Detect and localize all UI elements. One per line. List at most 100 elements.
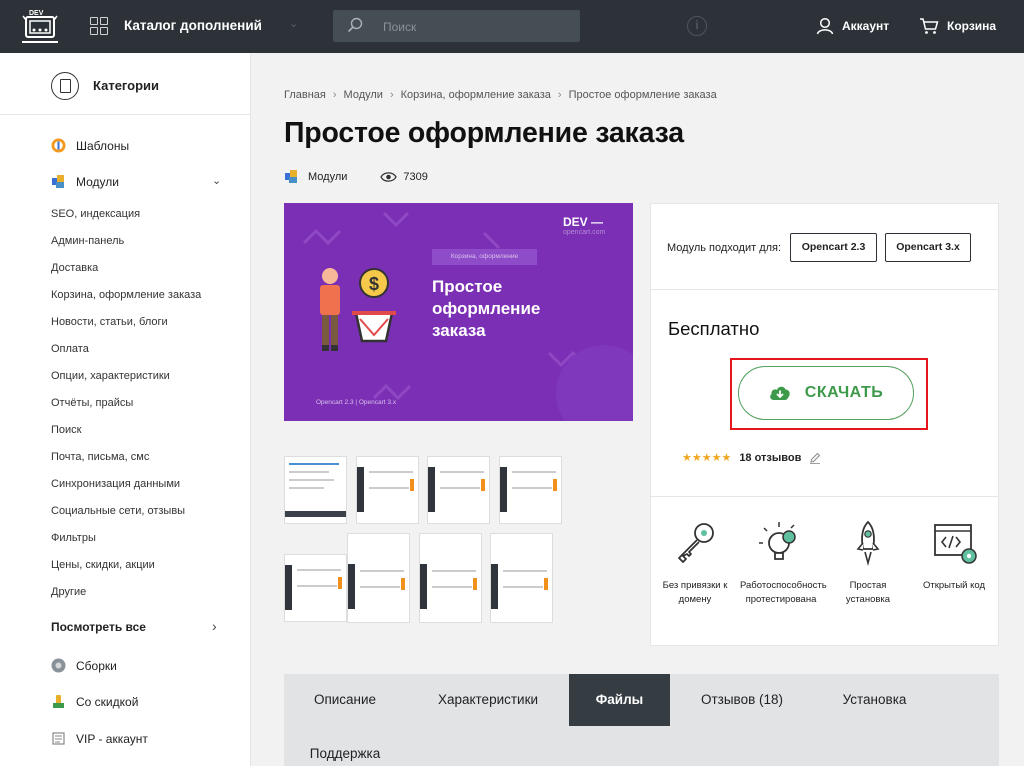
checkout-illustration-icon: $ bbox=[320, 268, 396, 351]
modules-icon bbox=[285, 170, 297, 183]
bulb-gear-icon bbox=[759, 522, 796, 560]
sidebar-subitem[interactable]: Почта, письма, смс bbox=[51, 451, 149, 463]
document-icon bbox=[51, 72, 79, 100]
screenshot-thumbnail[interactable] bbox=[499, 456, 562, 524]
chevron-right-icon[interactable]: › bbox=[212, 618, 217, 634]
screenshot-thumbnail[interactable] bbox=[427, 456, 490, 524]
chevron-right-icon: › bbox=[389, 89, 394, 101]
categories-header[interactable]: Категории bbox=[0, 53, 251, 115]
banner-tag: Корзина, оформление bbox=[432, 249, 537, 265]
sidebar-item-assemblies[interactable]: Сборки bbox=[51, 658, 117, 673]
chevron-down-icon[interactable]: ⌄ bbox=[289, 17, 298, 30]
banner-brand-sub: opencart.com bbox=[563, 229, 606, 236]
purchase-panel: Модуль подходит для: Opencart 2.3 Openca… bbox=[650, 203, 999, 646]
feature-tested: Работоспособность протестирована bbox=[740, 519, 827, 607]
product-category[interactable]: Модули bbox=[308, 171, 347, 183]
screenshot-thumbnail[interactable] bbox=[284, 456, 347, 524]
tab-install[interactable]: Установка bbox=[827, 674, 922, 726]
search-icon[interactable] bbox=[347, 17, 363, 33]
rating: ★★★★★ 18 отзывов bbox=[682, 451, 821, 464]
key-icon bbox=[678, 523, 714, 563]
grid-icon[interactable] bbox=[90, 17, 108, 35]
feature-label: Открытый код bbox=[922, 580, 985, 591]
sidebar-subitem[interactable]: Опции, характеристики bbox=[51, 370, 170, 382]
star-rating: ★★★★★ bbox=[682, 452, 732, 464]
views-count: 7309 bbox=[403, 170, 428, 183]
product-meta: Модули 7309 bbox=[284, 169, 428, 184]
pencil-icon[interactable] bbox=[809, 452, 821, 464]
sidebar-subitem[interactable]: Социальные сети, отзывы bbox=[51, 505, 185, 517]
cart-link[interactable]: Корзина bbox=[919, 14, 996, 38]
screenshot-thumbnail[interactable] bbox=[284, 554, 347, 622]
sidebar-subitem[interactable]: Доставка bbox=[51, 262, 98, 274]
compat-row: Модуль подходит для: Opencart 2.3 Openca… bbox=[651, 204, 998, 290]
assemblies-icon bbox=[51, 658, 66, 673]
feature-easy-install: Простая установка bbox=[827, 519, 909, 607]
svg-text:DEV: DEV bbox=[29, 10, 44, 17]
download-label: СКАЧАТЬ bbox=[804, 384, 884, 401]
sidebar-item-discount[interactable]: Со скидкой bbox=[51, 694, 138, 709]
search-box bbox=[333, 10, 580, 42]
compat-version-badge[interactable]: Opencart 2.3 bbox=[790, 233, 877, 262]
banner-title-line: оформление bbox=[432, 299, 541, 318]
tab-specs[interactable]: Характеристики bbox=[423, 674, 553, 726]
sidebar-subitem[interactable]: Админ-панель bbox=[51, 235, 124, 247]
download-button[interactable]: СКАЧАТЬ bbox=[738, 366, 914, 420]
templates-icon bbox=[51, 138, 66, 153]
screenshot-thumbnail[interactable] bbox=[419, 533, 482, 623]
feature-no-domain: Без привязки к домену bbox=[654, 519, 736, 607]
feature-open-source: Открытый код bbox=[913, 519, 995, 593]
product-banner[interactable]: $ Корзина, оформление Простое оформление… bbox=[284, 203, 633, 421]
compat-version-badge[interactable]: Opencart 3.x bbox=[885, 233, 971, 262]
breadcrumb-item[interactable]: Корзина, оформление заказа bbox=[401, 89, 551, 101]
banner-title-line: заказа bbox=[432, 321, 486, 340]
rocket-icon bbox=[856, 520, 880, 567]
feature-label: установка bbox=[845, 594, 891, 605]
banner-title-line: Простое bbox=[432, 277, 503, 296]
screenshot-thumbnail[interactable] bbox=[490, 533, 553, 623]
sidebar-subitem[interactable]: Фильтры bbox=[51, 532, 96, 544]
sidebar-subitem[interactable]: Другие bbox=[51, 586, 86, 598]
sidebar-item-label: Со скидкой bbox=[76, 694, 139, 709]
screenshot-thumbnail[interactable] bbox=[347, 533, 410, 623]
sidebar-subitem[interactable]: Новости, статьи, блоги bbox=[51, 316, 168, 328]
view-all-link[interactable]: Посмотреть все bbox=[51, 620, 146, 634]
sidebar-subitem[interactable]: Оплата bbox=[51, 343, 89, 355]
sidebar-subitem[interactable]: Поиск bbox=[51, 424, 81, 436]
tab-files[interactable]: Файлы bbox=[569, 674, 670, 726]
feature-label: Работоспособность bbox=[740, 580, 827, 591]
tab-reviews[interactable]: Отзывов (18) bbox=[688, 674, 796, 726]
cloud-download-icon bbox=[769, 386, 790, 400]
banner-compat: Opencart 2.3 | Opencart 3.x bbox=[316, 399, 397, 406]
info-icon[interactable]: i bbox=[687, 16, 707, 36]
sidebar-subitem[interactable]: SEO, индексация bbox=[51, 208, 140, 220]
sidebar-item-vip[interactable]: VIP - аккаунт bbox=[51, 731, 148, 746]
banner-brand: DEV — bbox=[563, 215, 604, 229]
reviews-link[interactable]: 18 отзывов bbox=[739, 452, 801, 464]
top-header: DEV Каталог дополнений ⌄ i Аккаунт Корзи… bbox=[0, 0, 1024, 53]
chevron-down-icon[interactable]: ⌄ bbox=[212, 174, 221, 187]
tab-description[interactable]: Описание bbox=[299, 674, 391, 726]
tab-support[interactable]: Поддержка bbox=[299, 728, 391, 766]
account-link[interactable]: Аккаунт bbox=[816, 14, 889, 38]
code-window-icon bbox=[934, 524, 977, 564]
sidebar-item-templates[interactable]: Шаблоны bbox=[51, 138, 129, 153]
banner-title: Простое оформление заказа bbox=[432, 276, 540, 342]
discount-icon bbox=[53, 695, 64, 708]
logo-icon[interactable]: DEV bbox=[18, 6, 62, 48]
sidebar-item-modules[interactable]: Модули bbox=[51, 174, 119, 189]
catalog-title[interactable]: Каталог дополнений bbox=[124, 18, 262, 33]
sidebar-subitem[interactable]: Синхронизация данными bbox=[51, 478, 180, 490]
feature-label: домену bbox=[678, 594, 712, 605]
search-input[interactable] bbox=[383, 18, 563, 35]
breadcrumb-item[interactable]: Главная bbox=[284, 89, 326, 101]
chevron-right-icon: › bbox=[557, 89, 562, 101]
screenshot-thumbnail[interactable] bbox=[356, 456, 419, 524]
user-icon bbox=[816, 17, 834, 35]
sidebar-subitem[interactable]: Отчёты, прайсы bbox=[51, 397, 133, 409]
page-title: Простое оформление заказа bbox=[284, 117, 684, 149]
sidebar-subitem[interactable]: Цены, скидки, акции bbox=[51, 559, 155, 571]
sidebar-subitem[interactable]: Корзина, оформление заказа bbox=[51, 289, 201, 301]
feature-label: протестирована bbox=[745, 594, 817, 605]
breadcrumb-item[interactable]: Модули bbox=[344, 89, 383, 101]
